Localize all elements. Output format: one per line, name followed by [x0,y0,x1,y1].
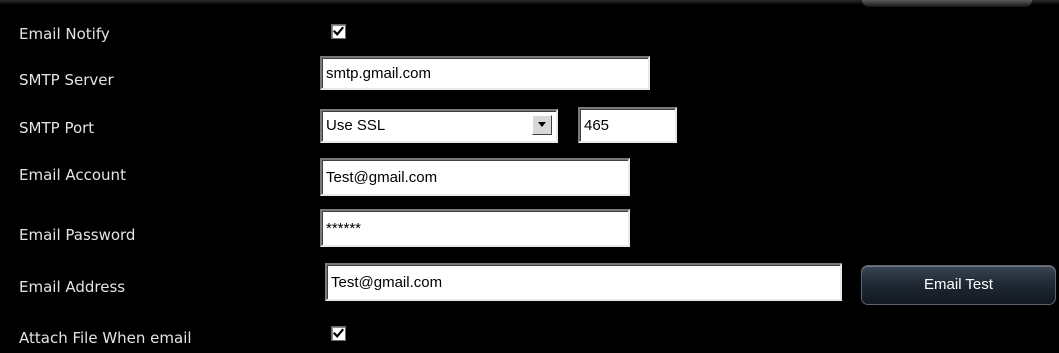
attach-file-label: Attach File When email [19,329,192,347]
email-address-label: Email Address [19,278,126,296]
dropdown-arrow-button[interactable] [532,115,552,135]
email-password-label: Email Password [19,226,136,244]
email-settings-panel: Email Notify SMTP Server SMTP Port Use S… [0,0,1059,353]
check-icon [333,328,344,338]
top-corner-accent [862,0,1032,7]
chevron-down-icon [538,122,546,127]
smtp-port-input[interactable] [578,107,677,143]
email-account-input[interactable] [320,158,630,196]
smtp-server-input[interactable] [320,56,650,90]
email-notify-label: Email Notify [19,25,110,43]
email-test-button[interactable]: Email Test [861,265,1056,305]
security-select-value: Use SSL [326,117,386,134]
smtp-port-label: SMTP Port [19,119,95,137]
email-address-input[interactable] [325,263,842,301]
email-notify-checkbox[interactable] [331,24,346,39]
security-select[interactable]: Use SSL [320,109,558,143]
smtp-server-label: SMTP Server [19,71,114,89]
email-account-label: Email Account [19,166,126,184]
attach-file-checkbox[interactable] [331,326,346,341]
email-password-input[interactable] [320,209,630,247]
check-icon [333,26,344,36]
